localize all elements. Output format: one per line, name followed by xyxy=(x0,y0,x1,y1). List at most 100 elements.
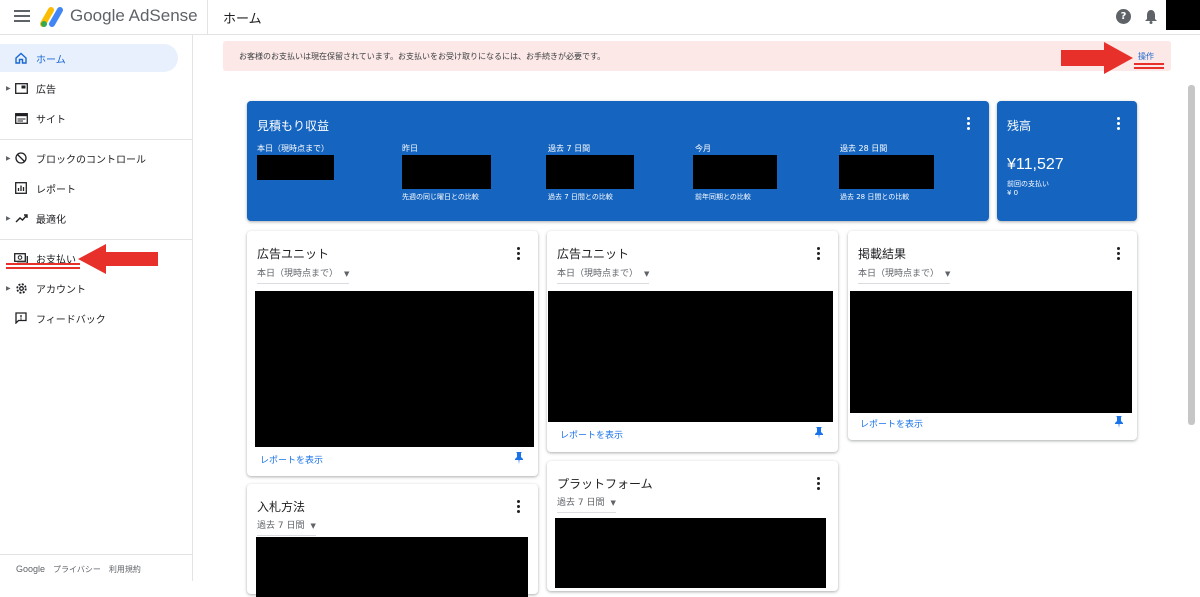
view-report-link[interactable]: レポートを表示 xyxy=(560,428,623,441)
estimated-earnings-card: 見積もり収益 本日（現時点まで） 昨日 先週の同じ曜日との比較 過去 7 日間 … xyxy=(247,101,989,221)
expand-caret-icon[interactable]: ▶ xyxy=(6,155,11,162)
page-title: ホーム xyxy=(223,12,262,27)
date-range-value: 本日（現時点まで） xyxy=(858,269,940,279)
date-range-dropdown[interactable]: 本日（現時点まで） ▼ xyxy=(257,266,350,284)
sidebar-item-reports[interactable]: レポート xyxy=(0,174,178,202)
date-range-value: 過去 7 日間 xyxy=(557,498,605,508)
card-title: プラットフォーム xyxy=(557,477,653,491)
banner-message: お客様のお支払いは現在保留されています。お支払いをお受け取りになるには、お手続き… xyxy=(239,52,606,61)
hamburger-menu-icon[interactable] xyxy=(14,10,30,24)
home-icon xyxy=(14,51,28,65)
annotation-underline xyxy=(6,263,80,265)
metric-comparison: 先週の同じ曜日との比較 xyxy=(402,193,479,201)
annotation-underline xyxy=(1134,67,1164,69)
chevron-down-icon: ▼ xyxy=(610,499,616,507)
date-range-value: 本日（現時点まで） xyxy=(557,269,639,279)
expand-caret-icon[interactable]: ▶ xyxy=(6,215,11,222)
pin-icon[interactable] xyxy=(1114,416,1124,428)
ad-units-card: 広告ユニット 本日（現時点まで） ▼ レポートを表示 xyxy=(247,231,538,476)
sidebar-item-ads[interactable]: ▶ 広告 xyxy=(0,74,178,102)
last-payment-value: ¥ 0 xyxy=(1007,189,1019,197)
chevron-down-icon: ▼ xyxy=(945,270,951,278)
date-range-value: 過去 7 日間 xyxy=(257,521,305,531)
sidebar-item-account[interactable]: ▶ アカウント xyxy=(0,274,178,302)
help-icon[interactable]: ? xyxy=(1116,9,1131,24)
chevron-down-icon: ▼ xyxy=(344,270,350,278)
card-title: 見積もり収益 xyxy=(257,119,330,133)
redacted-content xyxy=(850,291,1132,413)
chevron-down-icon: ▼ xyxy=(310,522,316,530)
sidebar-item-label: 広告 xyxy=(36,84,56,96)
sidebar-nav: ホーム ▶ 広告 サイト ▶ ブロックのコントロール レポート ▶ 最適化 お支… xyxy=(0,35,193,581)
more-vert-icon[interactable] xyxy=(817,477,821,491)
pin-icon[interactable] xyxy=(514,452,524,464)
block-icon xyxy=(14,151,28,165)
card-title: 入札方法 xyxy=(257,500,306,514)
date-range-dropdown[interactable]: 本日（現時点まで） ▼ xyxy=(858,266,951,284)
sidebar-item-feedback[interactable]: フィードバック xyxy=(0,304,178,332)
sidebar-item-block-controls[interactable]: ▶ ブロックのコントロール xyxy=(0,144,178,172)
footer-privacy-link[interactable]: プライバシー xyxy=(53,564,101,575)
sidebar-item-optimization[interactable]: ▶ 最適化 xyxy=(0,204,178,232)
redacted-value xyxy=(693,155,777,189)
annotation-arrow-left xyxy=(78,244,158,274)
more-vert-icon[interactable] xyxy=(1117,247,1121,261)
more-vert-icon[interactable] xyxy=(1117,117,1121,131)
annotation-underline xyxy=(6,267,80,269)
sidebar-item-label: レポート xyxy=(36,184,76,196)
metric-label-last-28-days: 過去 28 日間 xyxy=(840,144,888,153)
annotation-underline xyxy=(1134,63,1164,65)
more-vert-icon[interactable] xyxy=(967,117,971,131)
metric-comparison: 前年同期との比較 xyxy=(695,193,751,201)
footer-google[interactable]: Google xyxy=(16,564,45,575)
last-payment-label: 前回の支払い xyxy=(1007,180,1049,188)
card-title: 広告ユニット xyxy=(557,247,630,261)
expand-caret-icon[interactable]: ▶ xyxy=(6,85,11,92)
balance-amount: ¥11,527 xyxy=(1007,156,1064,173)
metric-label-this-month: 今月 xyxy=(695,144,711,153)
notifications-bell-icon[interactable] xyxy=(1144,9,1158,24)
metric-label-yesterday: 昨日 xyxy=(402,144,418,153)
view-report-link[interactable]: レポートを表示 xyxy=(860,417,923,430)
redacted-content xyxy=(555,518,826,588)
more-vert-icon[interactable] xyxy=(517,247,521,261)
sidebar-footer: Google プライバシー 利用規約 xyxy=(16,564,141,575)
more-vert-icon[interactable] xyxy=(517,500,521,514)
brand-name: Google AdSense xyxy=(70,6,198,25)
footer-terms-link[interactable]: 利用規約 xyxy=(109,564,141,575)
sidebar-item-label: サイト xyxy=(36,114,66,126)
date-range-dropdown[interactable]: 過去 7 日間 ▼ xyxy=(557,495,616,513)
date-range-value: 本日（現時点まで） xyxy=(257,269,339,279)
main-scrollbar[interactable] xyxy=(1188,85,1195,425)
expand-caret-icon[interactable]: ▶ xyxy=(6,285,11,292)
sidebar-divider xyxy=(0,554,193,555)
adsense-logo xyxy=(40,7,63,27)
date-range-dropdown[interactable]: 過去 7 日間 ▼ xyxy=(257,518,316,536)
bidding-method-card: 入札方法 過去 7 日間 ▼ xyxy=(247,484,538,597)
reports-icon xyxy=(14,181,28,195)
gear-icon xyxy=(14,281,28,295)
pin-icon[interactable] xyxy=(814,427,824,439)
view-report-link[interactable]: レポートを表示 xyxy=(260,453,323,466)
sidebar-item-sites[interactable]: サイト xyxy=(0,104,178,132)
more-vert-icon[interactable] xyxy=(817,247,821,261)
account-avatar[interactable] xyxy=(1166,0,1200,30)
feedback-icon xyxy=(14,311,28,325)
redacted-value xyxy=(402,155,491,189)
balance-card: 残高 ¥11,527 前回の支払い ¥ 0 xyxy=(997,101,1137,221)
sidebar-item-label: フィードバック xyxy=(36,314,106,326)
header-divider xyxy=(207,0,208,35)
sidebar-item-home[interactable]: ホーム xyxy=(0,44,178,72)
placement-results-card: 掲載結果 本日（現時点まで） ▼ レポートを表示 xyxy=(848,231,1137,440)
date-range-dropdown[interactable]: 本日（現時点まで） ▼ xyxy=(557,266,650,284)
sidebar-item-label: 最適化 xyxy=(36,214,66,226)
sidebar-divider xyxy=(0,139,193,140)
sidebar-item-label: ホーム xyxy=(36,54,66,66)
redacted-value xyxy=(546,155,634,189)
card-title: 広告ユニット xyxy=(257,247,330,261)
banner-action-link[interactable]: 操作 xyxy=(1138,51,1154,62)
optimization-icon xyxy=(14,211,28,225)
metric-comparison: 過去 7 日間との比較 xyxy=(548,193,613,201)
redacted-content xyxy=(256,537,528,597)
sites-icon xyxy=(14,111,28,125)
